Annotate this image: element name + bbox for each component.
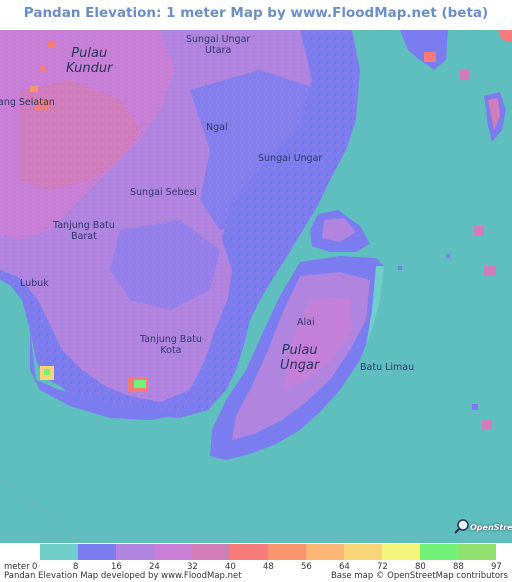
elevation-map[interactable]: Pulau Kundur Sungai Ungar Utara ang Sela… [0, 30, 512, 543]
legend-swatch [306, 544, 344, 560]
elevation-legend: meter 0 8 16 24 32 40 48 56 64 72 80 88 97 Pandan El… [0, 543, 512, 582]
label-alai: Alai [297, 317, 315, 328]
peak-north-4 [48, 42, 56, 48]
label-sungai-sebesi: Sungai Sebesi [130, 187, 197, 198]
peak-west-top [44, 369, 50, 375]
peak-east-top [134, 380, 146, 388]
legend-swatch [154, 544, 192, 560]
legend-swatches [40, 544, 496, 560]
legend-tick-label: 48 [263, 562, 274, 572]
osm-badge[interactable]: OpenStreetMap [454, 518, 512, 540]
legend-swatch [40, 544, 78, 560]
legend-swatch [420, 544, 458, 560]
east-island-north [400, 30, 448, 70]
legend-swatch [344, 544, 382, 560]
osm-badge-label: OpenStreetMap [470, 523, 512, 532]
legend-tick-label: 56 [301, 562, 312, 572]
legend-swatch [458, 544, 496, 560]
label-ngal: Ngal [206, 122, 228, 133]
legend-swatch [116, 544, 154, 560]
legend-swatch [192, 544, 230, 560]
peak-north-2 [30, 86, 38, 92]
legend-swatch [382, 544, 420, 560]
footer-credit: Pandan Elevation Map developed by www.Fl… [4, 571, 242, 581]
boundary-line [0, 479, 81, 543]
peak-north-3 [40, 66, 46, 72]
map-canvas [0, 30, 512, 543]
magnifier-icon [454, 519, 469, 534]
east-island-ne [498, 30, 512, 42]
label-sungai-ungar: Sungai Ungar [258, 153, 323, 164]
label-pulau-kundur: Pulau Kundur [66, 46, 113, 76]
legend-swatch [78, 544, 116, 560]
label-batu-limau: Batu Limau [360, 362, 415, 373]
page-title: Pandan Elevation: 1 meter Map by www.Flo… [23, 5, 489, 21]
legend-swatch [268, 544, 306, 560]
label-selatan: ang Selatan [0, 97, 55, 108]
label-pulau-ungar: Pulau Ungar [280, 343, 320, 373]
label-tanjung-batu-kota: Tanjung Batu Kota [140, 334, 202, 356]
label-lubuk: Lubuk [20, 278, 49, 289]
label-tanjung-batu-barat: Tanjung Batu Barat [53, 220, 115, 242]
footer-basemap: Base map © OpenStreetMap contributors [330, 571, 508, 581]
legend-swatch [230, 544, 268, 560]
label-sungai-ungar-utara: Sungai Ungar Utara [186, 34, 251, 56]
title-bar: Pandan Elevation: 1 meter Map by www.Flo… [0, 0, 512, 30]
